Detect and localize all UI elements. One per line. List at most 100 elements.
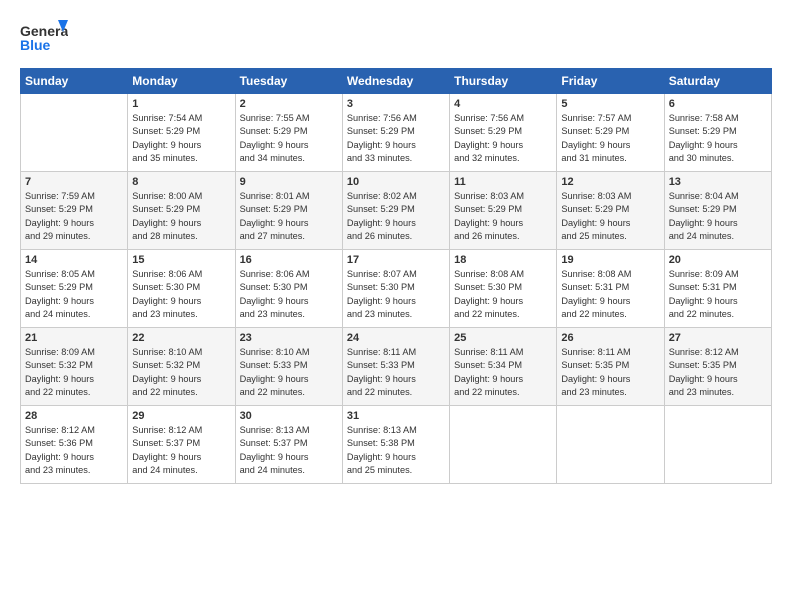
- day-number: 30: [240, 410, 338, 422]
- day-number: 27: [669, 332, 767, 344]
- calendar-cell: 14 Sunrise: 8:05 AM Sunset: 5:29 PM Dayli…: [21, 250, 128, 328]
- cell-content: Sunrise: 8:08 AM Sunset: 5:30 PM Dayligh…: [454, 268, 552, 321]
- day-header-saturday: Saturday: [664, 69, 771, 94]
- calendar-cell: 30 Sunrise: 8:13 AM Sunset: 5:37 PM Dayli…: [235, 406, 342, 484]
- calendar-cell: 26 Sunrise: 8:11 AM Sunset: 5:35 PM Dayli…: [557, 328, 664, 406]
- cell-content: Sunrise: 8:09 AM Sunset: 5:32 PM Dayligh…: [25, 346, 123, 399]
- cell-content: Sunrise: 8:09 AM Sunset: 5:31 PM Dayligh…: [669, 268, 767, 321]
- calendar-cell: 24 Sunrise: 8:11 AM Sunset: 5:33 PM Dayli…: [342, 328, 449, 406]
- calendar-cell: 9 Sunrise: 8:01 AM Sunset: 5:29 PM Daylig…: [235, 172, 342, 250]
- day-number: 31: [347, 410, 445, 422]
- week-row-2: 7 Sunrise: 7:59 AM Sunset: 5:29 PM Daylig…: [21, 172, 772, 250]
- day-number: 12: [561, 176, 659, 188]
- day-number: 14: [25, 254, 123, 266]
- week-row-1: 1 Sunrise: 7:54 AM Sunset: 5:29 PM Daylig…: [21, 94, 772, 172]
- calendar-cell: 13Sunrise: 8:04 AM Sunset: 5:29 PM Dayli…: [664, 172, 771, 250]
- cell-content: Sunrise: 8:02 AM Sunset: 5:29 PM Dayligh…: [347, 190, 445, 243]
- day-header-friday: Friday: [557, 69, 664, 94]
- calendar-cell: 15 Sunrise: 8:06 AM Sunset: 5:30 PM Dayli…: [128, 250, 235, 328]
- calendar-cell: 19Sunrise: 8:08 AM Sunset: 5:31 PM Dayli…: [557, 250, 664, 328]
- day-number: 6: [669, 98, 767, 110]
- cell-content: Sunrise: 7:59 AM Sunset: 5:29 PM Dayligh…: [25, 190, 123, 243]
- calendar-cell: [557, 406, 664, 484]
- cell-content: Sunrise: 8:06 AM Sunset: 5:30 PM Dayligh…: [132, 268, 230, 321]
- calendar-cell: 25Sunrise: 8:11 AM Sunset: 5:34 PM Dayli…: [450, 328, 557, 406]
- day-number: 18: [454, 254, 552, 266]
- week-row-5: 28Sunrise: 8:12 AM Sunset: 5:36 PM Dayli…: [21, 406, 772, 484]
- day-number: 24: [347, 332, 445, 344]
- day-number: 16: [240, 254, 338, 266]
- calendar-cell: 7 Sunrise: 7:59 AM Sunset: 5:29 PM Daylig…: [21, 172, 128, 250]
- cell-content: Sunrise: 8:11 AM Sunset: 5:33 PM Dayligh…: [347, 346, 445, 399]
- day-number: 3: [347, 98, 445, 110]
- day-number: 8: [132, 176, 230, 188]
- cell-content: Sunrise: 7:58 AM Sunset: 5:29 PM Dayligh…: [669, 112, 767, 165]
- calendar-cell: 12 Sunrise: 8:03 AM Sunset: 5:29 PM Dayli…: [557, 172, 664, 250]
- day-header-wednesday: Wednesday: [342, 69, 449, 94]
- cell-content: Sunrise: 8:05 AM Sunset: 5:29 PM Dayligh…: [25, 268, 123, 321]
- calendar-cell: 23 Sunrise: 8:10 AM Sunset: 5:33 PM Dayli…: [235, 328, 342, 406]
- day-number: 2: [240, 98, 338, 110]
- day-number: 7: [25, 176, 123, 188]
- week-row-3: 14 Sunrise: 8:05 AM Sunset: 5:29 PM Dayli…: [21, 250, 772, 328]
- cell-content: Sunrise: 8:08 AM Sunset: 5:31 PM Dayligh…: [561, 268, 659, 321]
- calendar-cell: 28Sunrise: 8:12 AM Sunset: 5:36 PM Dayli…: [21, 406, 128, 484]
- day-number: 23: [240, 332, 338, 344]
- day-number: 20: [669, 254, 767, 266]
- day-number: 9: [240, 176, 338, 188]
- day-number: 29: [132, 410, 230, 422]
- calendar-cell: 22Sunrise: 8:10 AM Sunset: 5:32 PM Dayli…: [128, 328, 235, 406]
- day-number: 26: [561, 332, 659, 344]
- cell-content: Sunrise: 7:54 AM Sunset: 5:29 PM Dayligh…: [132, 112, 230, 165]
- calendar-cell: 17Sunrise: 8:07 AM Sunset: 5:30 PM Dayli…: [342, 250, 449, 328]
- calendar-cell: 20 Sunrise: 8:09 AM Sunset: 5:31 PM Dayli…: [664, 250, 771, 328]
- day-number: 4: [454, 98, 552, 110]
- calendar-cell: [21, 94, 128, 172]
- day-header-monday: Monday: [128, 69, 235, 94]
- day-number: 28: [25, 410, 123, 422]
- calendar-cell: 21 Sunrise: 8:09 AM Sunset: 5:32 PM Dayli…: [21, 328, 128, 406]
- calendar-cell: 1 Sunrise: 7:54 AM Sunset: 5:29 PM Daylig…: [128, 94, 235, 172]
- day-number: 17: [347, 254, 445, 266]
- calendar-cell: 16 Sunrise: 8:06 AM Sunset: 5:30 PM Dayli…: [235, 250, 342, 328]
- cell-content: Sunrise: 8:03 AM Sunset: 5:29 PM Dayligh…: [561, 190, 659, 243]
- calendar-cell: 3Sunrise: 7:56 AM Sunset: 5:29 PM Daylig…: [342, 94, 449, 172]
- cell-content: Sunrise: 7:57 AM Sunset: 5:29 PM Dayligh…: [561, 112, 659, 165]
- day-number: 15: [132, 254, 230, 266]
- cell-content: Sunrise: 8:06 AM Sunset: 5:30 PM Dayligh…: [240, 268, 338, 321]
- day-header-thursday: Thursday: [450, 69, 557, 94]
- calendar-cell: [664, 406, 771, 484]
- day-number: 10: [347, 176, 445, 188]
- cell-content: Sunrise: 8:10 AM Sunset: 5:33 PM Dayligh…: [240, 346, 338, 399]
- calendar-table: SundayMondayTuesdayWednesdayThursdayFrid…: [20, 68, 772, 484]
- day-number: 25: [454, 332, 552, 344]
- calendar-cell: 10 Sunrise: 8:02 AM Sunset: 5:29 PM Dayli…: [342, 172, 449, 250]
- cell-content: Sunrise: 8:12 AM Sunset: 5:35 PM Dayligh…: [669, 346, 767, 399]
- cell-content: Sunrise: 8:11 AM Sunset: 5:35 PM Dayligh…: [561, 346, 659, 399]
- calendar-cell: 4 Sunrise: 7:56 AM Sunset: 5:29 PM Daylig…: [450, 94, 557, 172]
- day-number: 21: [25, 332, 123, 344]
- logo: GeneralBlue: [20, 18, 68, 60]
- calendar-cell: [450, 406, 557, 484]
- logo-icon: GeneralBlue: [20, 18, 68, 60]
- calendar-cell: 6 Sunrise: 7:58 AM Sunset: 5:29 PM Daylig…: [664, 94, 771, 172]
- day-number: 22: [132, 332, 230, 344]
- calendar-container: GeneralBlue SundayMondayTuesdayWednesday…: [0, 0, 792, 612]
- calendar-cell: 5 Sunrise: 7:57 AM Sunset: 5:29 PM Daylig…: [557, 94, 664, 172]
- day-header-sunday: Sunday: [21, 69, 128, 94]
- header: GeneralBlue: [20, 18, 772, 60]
- cell-content: Sunrise: 8:13 AM Sunset: 5:37 PM Dayligh…: [240, 424, 338, 477]
- day-number: 11: [454, 176, 552, 188]
- day-number: 13: [669, 176, 767, 188]
- cell-content: Sunrise: 8:01 AM Sunset: 5:29 PM Dayligh…: [240, 190, 338, 243]
- day-header-tuesday: Tuesday: [235, 69, 342, 94]
- cell-content: Sunrise: 7:56 AM Sunset: 5:29 PM Dayligh…: [454, 112, 552, 165]
- cell-content: Sunrise: 7:55 AM Sunset: 5:29 PM Dayligh…: [240, 112, 338, 165]
- calendar-cell: 11 Sunrise: 8:03 AM Sunset: 5:29 PM Dayli…: [450, 172, 557, 250]
- calendar-cell: 29 Sunrise: 8:12 AM Sunset: 5:37 PM Dayli…: [128, 406, 235, 484]
- calendar-cell: 31Sunrise: 8:13 AM Sunset: 5:38 PM Dayli…: [342, 406, 449, 484]
- day-number: 1: [132, 98, 230, 110]
- cell-content: Sunrise: 8:12 AM Sunset: 5:37 PM Dayligh…: [132, 424, 230, 477]
- day-number: 5: [561, 98, 659, 110]
- cell-content: Sunrise: 8:03 AM Sunset: 5:29 PM Dayligh…: [454, 190, 552, 243]
